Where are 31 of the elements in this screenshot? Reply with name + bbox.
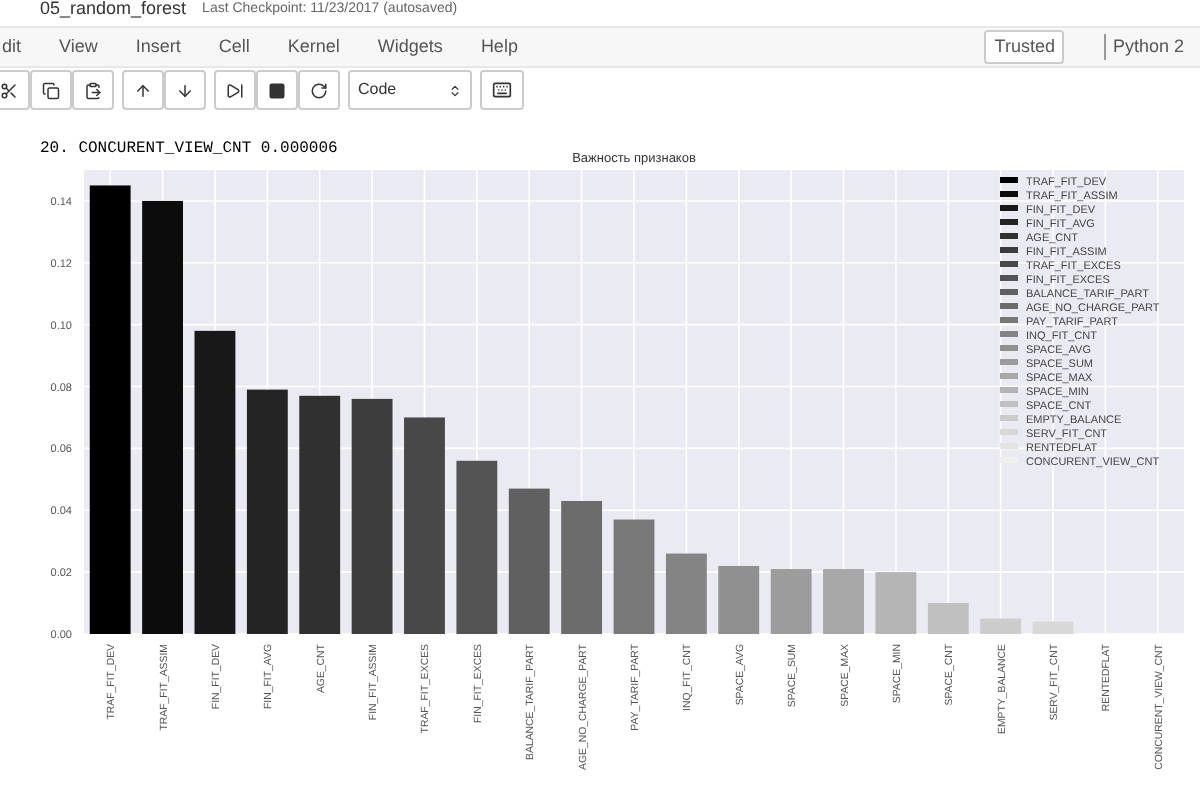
restart-button[interactable] xyxy=(298,70,340,110)
skip-icon xyxy=(226,81,244,99)
menu-item[interactable]: dit xyxy=(2,33,22,61)
menu-item[interactable]: Cell xyxy=(218,33,250,61)
restart-icon xyxy=(310,81,328,99)
paste-icon xyxy=(84,81,102,99)
notebook-title[interactable]: 05_random_forest xyxy=(40,0,187,18)
stop-button[interactable] xyxy=(256,70,298,110)
arrow-down-icon xyxy=(176,81,194,99)
menu-item[interactable]: Help xyxy=(480,33,518,61)
kernel-name: Python 2 xyxy=(1104,33,1184,61)
copy-icon xyxy=(42,81,60,99)
menu-item[interactable]: Widgets xyxy=(377,33,443,61)
menu-item[interactable]: Insert xyxy=(135,33,181,61)
move-up-button[interactable] xyxy=(122,70,164,110)
run-button[interactable] xyxy=(214,70,256,110)
select-arrows-icon xyxy=(448,83,462,97)
copy-button[interactable] xyxy=(30,70,72,110)
menu-item[interactable]: Kernel xyxy=(287,33,340,61)
arrow-up-icon xyxy=(134,81,152,99)
cell-type-select[interactable]: Code xyxy=(348,70,472,110)
stop-icon xyxy=(268,81,286,99)
paste-button[interactable] xyxy=(72,70,114,110)
keyboard-icon xyxy=(492,80,512,100)
move-down-button[interactable] xyxy=(164,70,206,110)
scissors-icon xyxy=(0,81,18,99)
cut-button[interactable] xyxy=(0,70,30,110)
trusted-badge[interactable]: Trusted xyxy=(984,29,1065,65)
output-text: 20. CONCURENT_VIEW_CNT 0.000006 xyxy=(40,140,338,158)
menu-item[interactable]: View xyxy=(59,33,98,61)
keyboard-button[interactable] xyxy=(480,70,524,110)
